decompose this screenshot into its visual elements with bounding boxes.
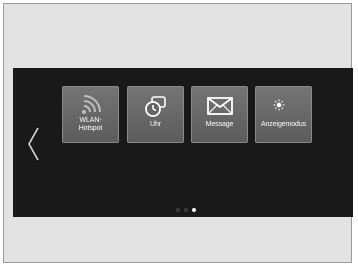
message-button[interactable]: Message: [191, 86, 248, 143]
page-indicator: [176, 208, 196, 212]
wlan-hotspot-label: WLAN- Hotspot: [78, 117, 103, 132]
page-dot[interactable]: [176, 208, 180, 212]
envelope-icon: [192, 95, 247, 119]
uhr-button[interactable]: Uhr: [127, 86, 184, 143]
wifi-icon: [63, 94, 118, 118]
previous-page-button[interactable]: [26, 126, 42, 162]
anzeigemodus-button[interactable]: Anzeigemodus: [255, 86, 312, 143]
anzeigemodus-label: Anzeigemodus: [260, 121, 307, 128]
page-dot[interactable]: [184, 208, 188, 212]
infotainment-screen: WLAN- Hotspot Uhr Message Anzeigemodus: [13, 68, 353, 217]
page-dot-active[interactable]: [192, 208, 196, 212]
message-label: Message: [205, 121, 234, 128]
chevron-left-icon: [28, 127, 39, 161]
sun-moon-icon: [256, 95, 311, 119]
manual-illustration-frame: WLAN- Hotspot Uhr Message Anzeigemodus: [3, 3, 353, 263]
clock-icon: [128, 95, 183, 119]
wlan-hotspot-button[interactable]: WLAN- Hotspot: [62, 86, 119, 143]
uhr-label: Uhr: [150, 121, 161, 128]
